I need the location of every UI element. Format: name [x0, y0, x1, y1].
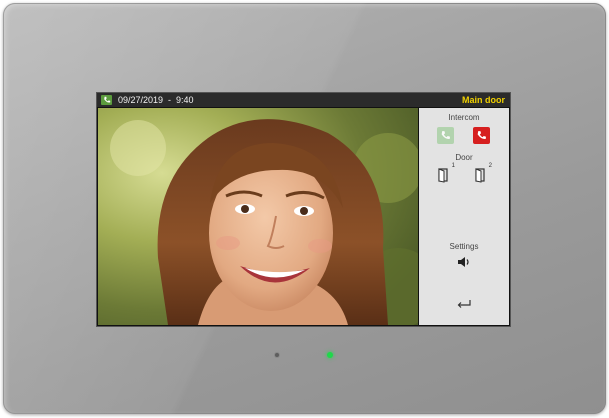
accept-call-button[interactable]	[437, 127, 454, 144]
door-2-index: 2	[488, 163, 492, 169]
visitor-image	[98, 108, 418, 325]
volume-button[interactable]	[455, 254, 473, 270]
door-1-index: 1	[451, 163, 455, 169]
microphone-hole	[275, 353, 279, 357]
status-led	[327, 352, 333, 358]
open-door-2-button[interactable]: 2	[474, 163, 492, 184]
phone-icon	[441, 131, 450, 139]
phone-icon	[101, 95, 112, 105]
display-screen: 09/27/2019 - 9:40 Main door Intercom Doo…	[97, 93, 510, 326]
door-open-icon	[438, 168, 448, 183]
door-label: Door	[455, 153, 473, 162]
intercom-label: Intercom	[448, 113, 480, 122]
phone-hangup-icon	[477, 131, 486, 139]
reject-call-button[interactable]	[473, 127, 490, 144]
status-datetime: 09/27/2019 - 9:40	[118, 95, 194, 105]
camera-video-feed	[98, 108, 418, 325]
status-location: Main door	[462, 95, 505, 105]
door-open-icon	[475, 168, 485, 183]
open-door-1-button[interactable]: 1	[437, 163, 455, 184]
control-panel: Intercom Door 1 2 Settings	[419, 108, 509, 325]
back-button[interactable]	[454, 296, 474, 312]
back-arrow-icon	[457, 300, 471, 308]
speaker-icon	[458, 257, 469, 267]
settings-label: Settings	[449, 242, 479, 251]
status-bar: 09/27/2019 - 9:40 Main door	[97, 93, 510, 107]
